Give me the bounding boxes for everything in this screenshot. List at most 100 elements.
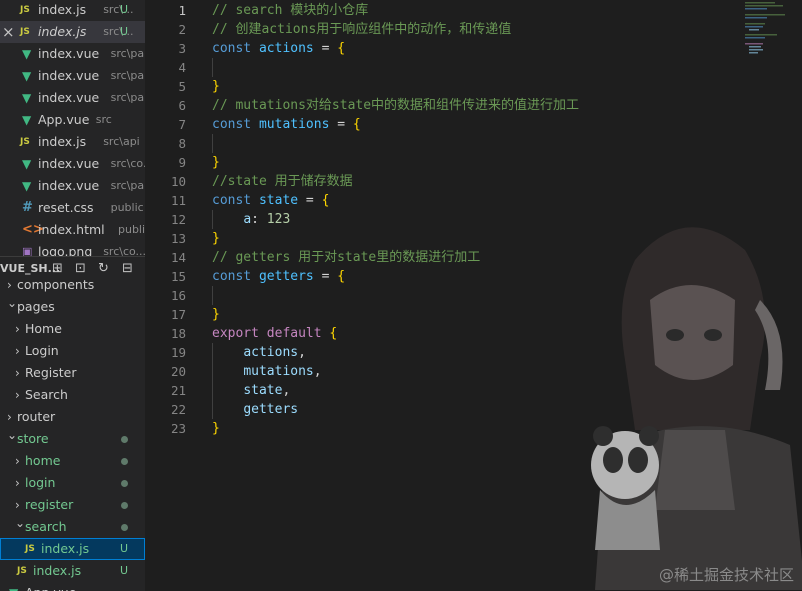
- file-path: public: [118, 223, 145, 236]
- chevron-right-icon[interactable]: ›: [7, 274, 12, 296]
- code-line[interactable]: 6 // mutations对给state中的数据和组件传进来的值进行加工: [145, 96, 802, 115]
- code-line[interactable]: 18 export default {: [145, 324, 802, 343]
- code-token: }: [212, 79, 220, 94]
- code-line[interactable]: 21 state,: [145, 381, 802, 400]
- code-token: a: [243, 212, 252, 227]
- open-editor-item[interactable]: × JS index.js src\... U: [0, 21, 145, 43]
- code-text[interactable]: }: [212, 77, 220, 96]
- tree-folder-item[interactable]: › components: [0, 274, 145, 296]
- chevron-right-icon[interactable]: ›: [7, 406, 12, 428]
- code-text[interactable]: // search 模块的小仓库: [212, 1, 368, 20]
- chevron-down-icon[interactable]: ⌄: [7, 428, 17, 446]
- tree-folder-item[interactable]: ⌄ pages: [0, 296, 145, 318]
- code-line[interactable]: 16: [145, 286, 802, 305]
- file-name: App.vue: [25, 582, 76, 591]
- tree-folder-item[interactable]: › router: [0, 406, 145, 428]
- code-text[interactable]: //state 用于储存数据: [212, 172, 353, 191]
- code-line[interactable]: 14 // getters 用于对state里的数据进行加工: [145, 248, 802, 267]
- chevron-right-icon[interactable]: ›: [15, 340, 20, 362]
- code-text[interactable]: a: 123: [212, 210, 290, 229]
- chevron-down-icon[interactable]: ⌄: [15, 516, 25, 534]
- code-line[interactable]: 11 const state = {: [145, 191, 802, 210]
- code-token: ,: [298, 345, 306, 360]
- line-number: 14: [170, 250, 186, 265]
- code-line[interactable]: 9}: [145, 153, 802, 172]
- code-text[interactable]: getters: [212, 400, 298, 419]
- tree-folder-item[interactable]: › home: [0, 450, 145, 472]
- chevron-right-icon[interactable]: ›: [15, 494, 20, 516]
- chevron-right-icon[interactable]: ›: [15, 450, 20, 472]
- tree-folder-item[interactable]: ⌄ search: [0, 516, 145, 538]
- tree-file-item[interactable]: ▼ App.vue: [0, 582, 145, 591]
- open-editor-item[interactable]: ▼ index.vue src\pa...: [0, 87, 145, 109]
- code-editor[interactable]: 1 // search 模块的小仓库 2 // 创建actions用于响应组件中的动作…: [145, 0, 802, 591]
- line-number: 20: [170, 364, 186, 379]
- tree-file-item[interactable]: JS index.js U: [0, 538, 145, 560]
- open-editor-item[interactable]: ▼ App.vue src: [0, 109, 145, 131]
- code-text[interactable]: }: [212, 229, 220, 248]
- code-text[interactable]: const getters = {: [212, 267, 345, 286]
- tree-folder-item[interactable]: › Search: [0, 384, 145, 406]
- code-text[interactable]: }: [212, 153, 220, 172]
- code-text[interactable]: const mutations = {: [212, 115, 361, 134]
- code-text[interactable]: export default {: [212, 324, 337, 343]
- open-editor-item[interactable]: ▼ index.vue src\pa...: [0, 175, 145, 197]
- chevron-right-icon[interactable]: ›: [15, 472, 20, 494]
- tree-folder-item[interactable]: › Home: [0, 318, 145, 340]
- tree-folder-item[interactable]: › register: [0, 494, 145, 516]
- line-number: 16: [170, 288, 186, 303]
- tree-folder-item[interactable]: › Register: [0, 362, 145, 384]
- code-line[interactable]: 17}: [145, 305, 802, 324]
- close-icon[interactable]: ×: [2, 21, 15, 43]
- chevron-down-icon[interactable]: ⌄: [7, 296, 17, 314]
- code-text[interactable]: }: [212, 419, 220, 438]
- code-line[interactable]: 15 const getters = {: [145, 267, 802, 286]
- code-line[interactable]: 12 a: 123: [145, 210, 802, 229]
- chevron-right-icon[interactable]: ›: [15, 318, 20, 340]
- javascript-file-icon: JS: [25, 544, 35, 554]
- code-line[interactable]: 1 // search 模块的小仓库: [145, 1, 802, 20]
- modified-dot-icon: [121, 524, 128, 531]
- code-token: =: [313, 41, 338, 56]
- vue-file-icon: ▼: [22, 91, 32, 105]
- folder-name: Search: [25, 387, 68, 402]
- code-line[interactable]: 13}: [145, 229, 802, 248]
- open-editor-item[interactable]: ▼ index.vue src\co...: [0, 153, 145, 175]
- code-text[interactable]: // mutations对给state中的数据和组件传进来的值进行加工: [212, 96, 579, 115]
- chevron-right-icon[interactable]: ›: [15, 362, 20, 384]
- code-text[interactable]: }: [212, 305, 220, 324]
- code-line[interactable]: 19 actions,: [145, 343, 802, 362]
- open-editor-item[interactable]: ▼ index.vue src\pa...: [0, 65, 145, 87]
- code-line[interactable]: 22 getters: [145, 400, 802, 419]
- code-text[interactable]: state,: [212, 381, 290, 400]
- open-editor-item[interactable]: JS index.js src\... U: [0, 0, 145, 21]
- chevron-right-icon[interactable]: ›: [15, 384, 20, 406]
- code-text[interactable]: // 创建actions用于响应组件中的动作，和传递值: [212, 20, 511, 39]
- code-text[interactable]: mutations,: [212, 362, 321, 381]
- code-line[interactable]: 20 mutations,: [145, 362, 802, 381]
- tree-file-item[interactable]: JS index.js U: [0, 560, 145, 582]
- code-line[interactable]: 10 //state 用于储存数据: [145, 172, 802, 191]
- open-editor-item[interactable]: JS index.js src\api: [0, 131, 145, 153]
- open-editor-item[interactable]: # reset.css public: [0, 197, 145, 219]
- file-name: index.js: [38, 134, 87, 149]
- code-line[interactable]: 8: [145, 134, 802, 153]
- code-line[interactable]: 5}: [145, 77, 802, 96]
- code-text[interactable]: // getters 用于对state里的数据进行加工: [212, 248, 480, 267]
- line-number: 5: [178, 79, 186, 94]
- code-text[interactable]: const actions = {: [212, 39, 345, 58]
- code-line[interactable]: 3 const actions = {: [145, 39, 802, 58]
- open-editor-item[interactable]: <>index.htmlpublic: [0, 219, 145, 241]
- open-editor-item[interactable]: ▼ index.vue src\pa...: [0, 43, 145, 65]
- tree-folder-item[interactable]: › login: [0, 472, 145, 494]
- code-line[interactable]: 7 const mutations = {: [145, 115, 802, 134]
- tree-folder-item[interactable]: › Login: [0, 340, 145, 362]
- code-line[interactable]: 23}: [145, 419, 802, 438]
- code-text[interactable]: const state = {: [212, 191, 329, 210]
- code-line[interactable]: 4: [145, 58, 802, 77]
- file-path: src: [95, 113, 112, 126]
- tree-folder-item[interactable]: ⌄ store: [0, 428, 145, 450]
- code-text[interactable]: actions,: [212, 343, 306, 362]
- folder-name: Home: [25, 321, 62, 336]
- code-line[interactable]: 2 // 创建actions用于响应组件中的动作，和传递值: [145, 20, 802, 39]
